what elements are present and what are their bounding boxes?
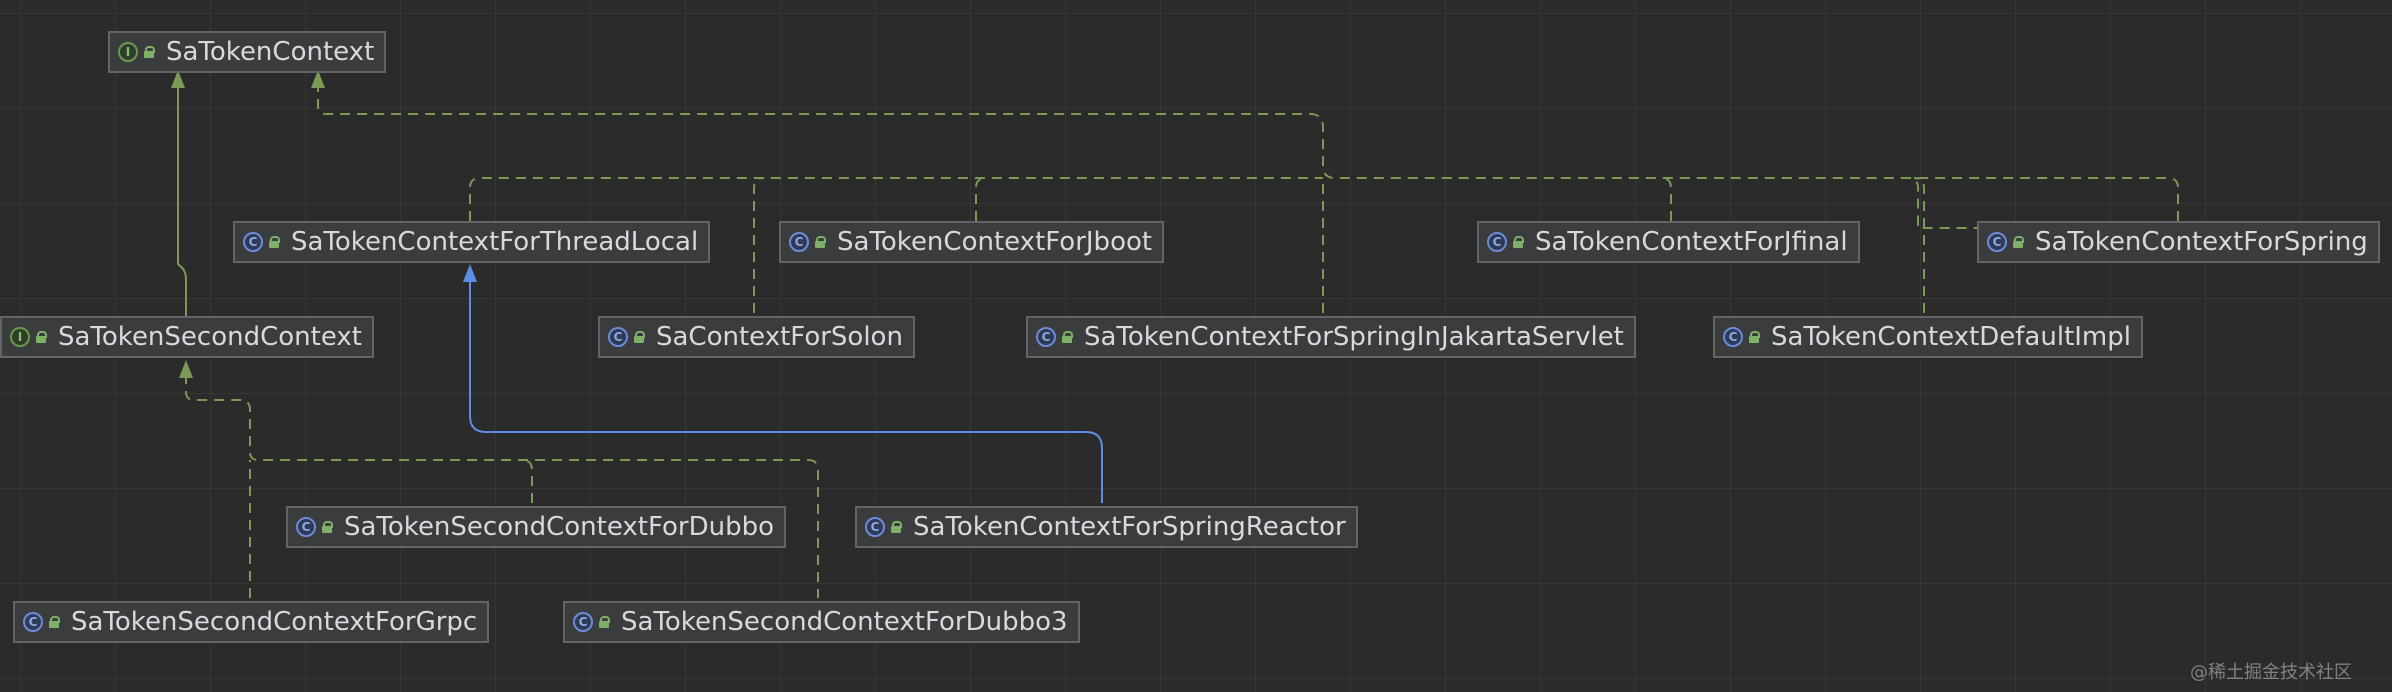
node-label: SaTokenSecondContext xyxy=(58,322,362,352)
class-hierarchy-diagram: I SaTokenContext C SaTokenContextForThre… xyxy=(0,0,2392,692)
class-icon: C xyxy=(1036,327,1056,347)
node-label: SaTokenSecondContextForDubbo xyxy=(344,512,774,542)
node-label: SaTokenSecondContextForGrpc xyxy=(71,607,478,637)
node-label: SaTokenContextDefaultImpl xyxy=(1771,322,2131,352)
class-icon: C xyxy=(865,517,885,537)
lock-icon xyxy=(1749,331,1760,343)
node-satokencontextdefaultimpl[interactable]: C SaTokenContextDefaultImpl xyxy=(1713,316,2143,358)
node-satokencontextforspringreactor[interactable]: C SaTokenContextForSpringReactor xyxy=(855,506,1358,548)
edge-context-trunk xyxy=(317,82,2179,238)
node-label: SaTokenContextForThreadLocal xyxy=(291,227,699,257)
lock-icon xyxy=(1513,236,1524,248)
node-satokensecondcontext[interactable]: I SaTokenSecondContext xyxy=(0,316,374,358)
class-icon: C xyxy=(1987,232,2007,252)
class-icon: C xyxy=(1487,232,1507,252)
lock-icon xyxy=(599,616,610,628)
class-icon: C xyxy=(23,612,43,632)
lock-icon xyxy=(634,331,645,343)
node-sacontextforsolon[interactable]: C SaContextForSolon xyxy=(598,316,915,358)
node-label: SaTokenContextForSpringReactor xyxy=(913,512,1346,542)
arrowhead-impl-second xyxy=(179,360,193,378)
node-label: SaTokenContextForSpringInJakartaServlet xyxy=(1084,322,1624,352)
node-label: SaTokenContext xyxy=(166,37,375,67)
node-satokencontextforspringinjakartaservlet[interactable]: C SaTokenContextForSpringInJakartaServle… xyxy=(1026,316,1636,358)
class-icon: C xyxy=(573,612,593,632)
watermark: @稀土掘金技术社区 xyxy=(2190,662,2352,683)
lock-icon xyxy=(49,616,60,628)
edge-dubbo xyxy=(521,459,533,503)
edge-solon xyxy=(753,177,765,313)
edge-second-to-context xyxy=(177,82,187,316)
class-icon: C xyxy=(1723,327,1743,347)
lock-icon xyxy=(322,521,333,533)
edge-default xyxy=(1913,177,1925,313)
edge-second-trunk xyxy=(185,374,819,598)
node-satokensecondcontextfordubbo3[interactable]: C SaTokenSecondContextForDubbo3 xyxy=(563,601,1080,643)
node-satokencontext[interactable]: I SaTokenContext xyxy=(108,31,387,73)
node-label: SaTokenContextForJfinal xyxy=(1535,227,1848,257)
node-satokencontextforjboot[interactable]: C SaTokenContextForJboot xyxy=(779,221,1165,263)
lock-icon xyxy=(815,236,826,248)
node-label: SaTokenContextForJboot xyxy=(837,227,1153,257)
node-satokensecondcontextforgrpc[interactable]: C SaTokenSecondContextForGrpc xyxy=(13,601,490,643)
interface-icon: I xyxy=(10,327,30,347)
node-satokencontextforthreadlocal[interactable]: C SaTokenContextForThreadLocal xyxy=(233,221,711,263)
lock-icon xyxy=(36,331,47,343)
class-icon: C xyxy=(608,327,628,347)
edge-reactor-to-threadlocal xyxy=(469,278,1103,503)
node-label: SaContextForSolon xyxy=(656,322,903,352)
node-satokensecondcontextfordubbo[interactable]: C SaTokenSecondContextForDubbo xyxy=(286,506,786,548)
lock-icon xyxy=(269,236,280,248)
lock-icon xyxy=(2013,236,2024,248)
node-satokencontextforjfinal[interactable]: C SaTokenContextForJfinal xyxy=(1477,221,1860,263)
lock-icon xyxy=(1062,331,1073,343)
node-label: SaTokenSecondContextForDubbo3 xyxy=(621,607,1068,637)
lock-icon xyxy=(891,521,902,533)
class-icon: C xyxy=(243,232,263,252)
node-satokencontextforspring[interactable]: C SaTokenContextForSpring xyxy=(1977,221,2380,263)
class-icon: C xyxy=(789,232,809,252)
lock-icon xyxy=(144,46,155,58)
class-icon: C xyxy=(296,517,316,537)
arrowhead-reactor-to-threadlocal xyxy=(463,264,477,282)
interface-icon: I xyxy=(118,42,138,62)
node-label: SaTokenContextForSpring xyxy=(2035,227,2368,257)
